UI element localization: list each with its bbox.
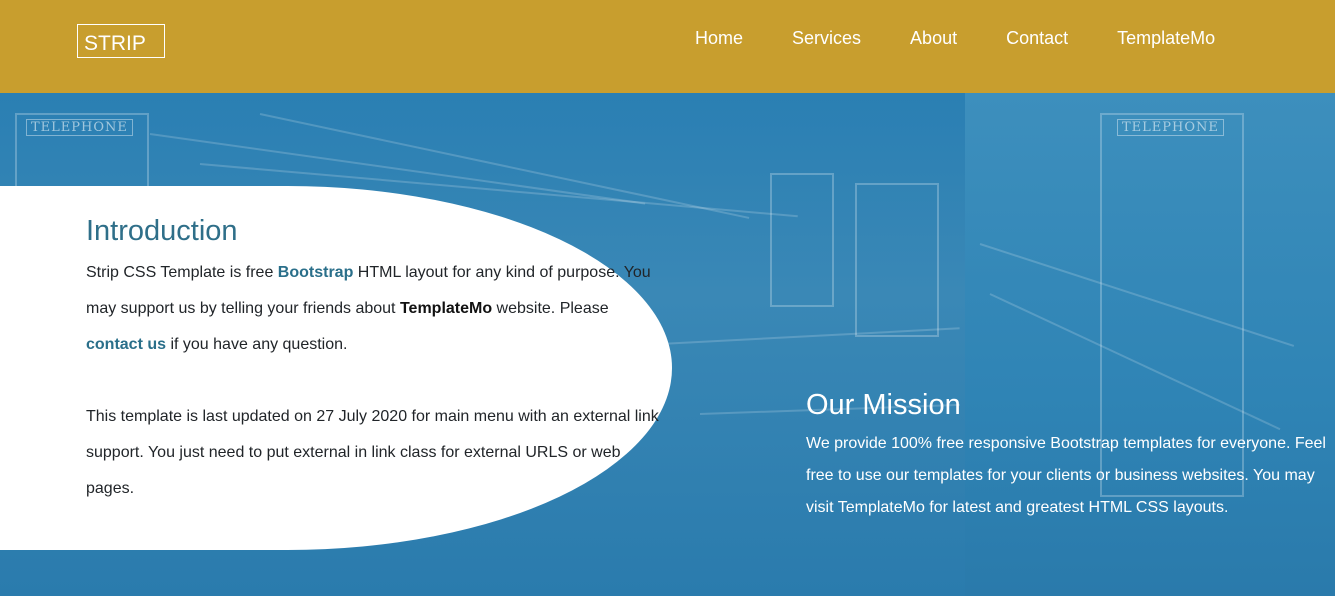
shop-window — [770, 173, 834, 307]
intro-update-paragraph: This template is last updated on 27 July… — [86, 408, 659, 497]
main-nav: Home Services About Contact TemplateMo — [695, 27, 1215, 49]
mission-section: Our Mission We provide 100% free respons… — [806, 388, 1326, 524]
intro-section: Introduction Strip CSS Template is free … — [86, 214, 661, 507]
site-logo[interactable]: STRIP — [77, 24, 165, 58]
intro-text: if you have any question. — [166, 336, 348, 353]
mission-title: Our Mission — [806, 389, 961, 421]
nav-services[interactable]: Services — [792, 27, 861, 49]
shop-window — [855, 183, 939, 337]
nav-home[interactable]: Home — [695, 27, 743, 49]
mission-text: We provide 100% free responsive Bootstra… — [806, 435, 1326, 516]
templatemo-text: TemplateMo — [399, 300, 493, 317]
nav-about[interactable]: About — [910, 27, 957, 49]
intro-text: Strip CSS Template is free — [86, 264, 278, 281]
telephone-sign: TELEPHONE — [26, 119, 133, 136]
intro-paragraph: Strip CSS Template is free Bootstrap HTM… — [86, 255, 661, 363]
intro-title: Introduction — [86, 215, 238, 247]
nav-contact[interactable]: Contact — [1006, 27, 1068, 49]
telephone-sign: TELEPHONE — [1117, 119, 1224, 136]
site-header: STRIP Home Services About Contact Templa… — [0, 0, 1335, 93]
contact-us-link[interactable]: contact us — [86, 336, 166, 353]
bootstrap-link[interactable]: Bootstrap — [278, 264, 354, 281]
nav-templatemo[interactable]: TemplateMo — [1117, 27, 1215, 49]
intro-text: website. Please — [492, 300, 609, 317]
